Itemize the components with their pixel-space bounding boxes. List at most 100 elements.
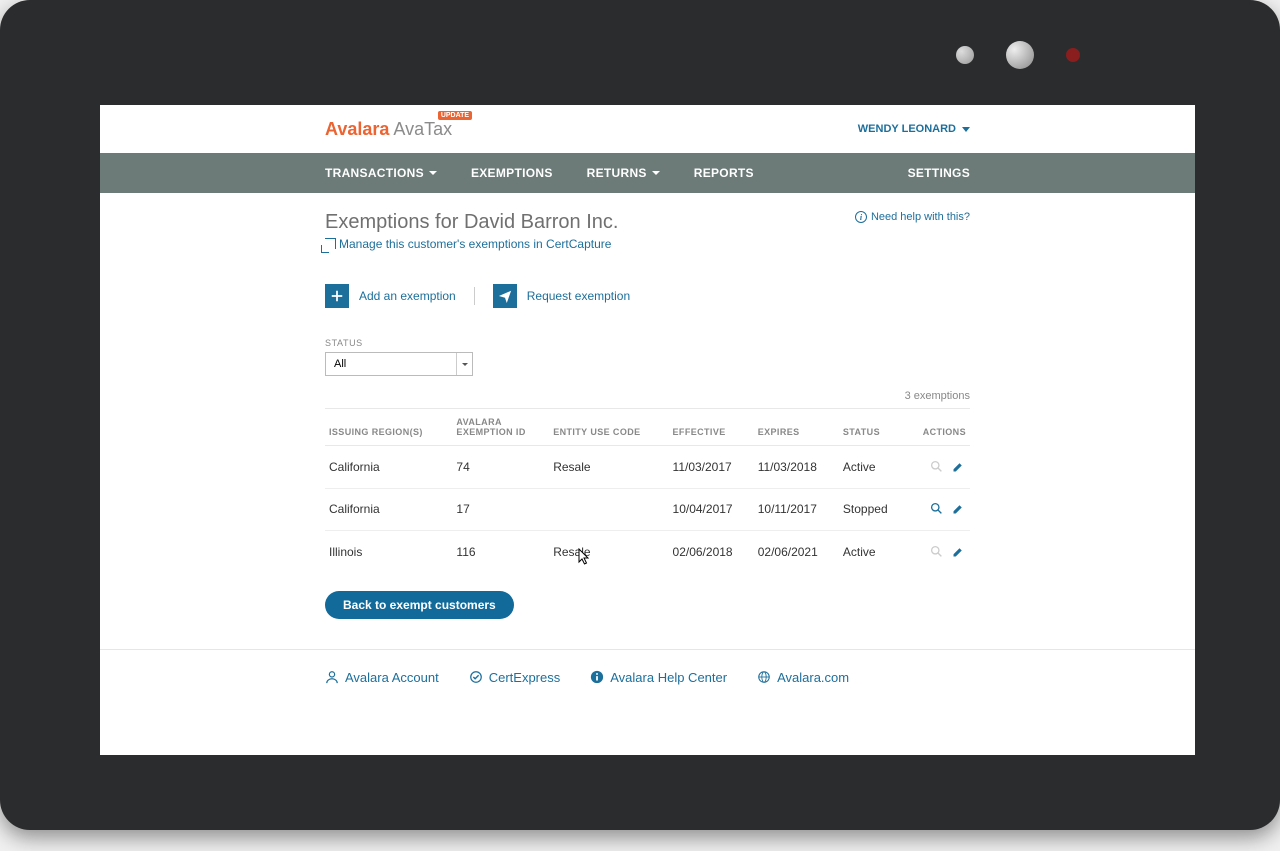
footer-label: CertExpress (489, 670, 561, 685)
check-badge-icon (469, 670, 483, 684)
external-link-icon (325, 238, 336, 249)
cell-entity (549, 488, 668, 531)
col-status[interactable]: STATUS (839, 409, 905, 446)
footer-label: Avalara Help Center (610, 670, 727, 685)
chevron-down-icon (462, 363, 468, 366)
cell-effective: 02/06/2018 (669, 531, 754, 573)
nav-reports[interactable]: REPORTS (694, 166, 754, 180)
help-text: Need help with this? (871, 211, 970, 223)
cell-expires: 11/03/2018 (754, 446, 839, 489)
table-row: California74Resale11/03/201711/03/2018Ac… (325, 446, 970, 489)
topbar: Avalara AvaTax UPDATE WENDY LEONARD (100, 105, 1195, 153)
logo[interactable]: Avalara AvaTax UPDATE (325, 119, 452, 140)
footer-site[interactable]: Avalara.com (757, 670, 849, 685)
nav-settings[interactable]: SETTINGS (908, 166, 970, 180)
cell-status: Active (839, 446, 905, 489)
help-link[interactable]: i Need help with this? (855, 211, 970, 223)
cell-effective: 11/03/2017 (669, 446, 754, 489)
navbar: TRANSACTIONS EXEMPTIONS RETURNS REPORTS … (100, 153, 1195, 193)
plus-icon (325, 284, 349, 308)
cell-expires: 10/11/2017 (754, 488, 839, 531)
nav-transactions[interactable]: TRANSACTIONS (325, 166, 437, 180)
edit-icon[interactable] (950, 544, 966, 560)
cell-id: 116 (452, 531, 549, 573)
cell-region: Illinois (325, 531, 452, 573)
logo-badge: UPDATE (438, 111, 472, 120)
manage-link-text: Manage this customer's exemptions in Cer… (339, 237, 611, 251)
action-bar: Add an exemption Request exemption (325, 284, 970, 308)
tablet-frame: Avalara AvaTax UPDATE WENDY LEONARD TRAN… (0, 0, 1280, 830)
select-value: All (334, 358, 346, 370)
divider (474, 287, 475, 305)
user-menu[interactable]: WENDY LEONARD (858, 123, 970, 135)
table-row: California17 10/04/201710/11/2017Stopped (325, 488, 970, 531)
search-icon[interactable] (928, 501, 944, 517)
cell-entity: Resale (549, 446, 668, 489)
filter-row: STATUS All (325, 338, 970, 376)
content: i Need help with this? Exemptions for Da… (100, 193, 1195, 649)
cell-actions (905, 488, 970, 531)
cell-id: 17 (452, 488, 549, 531)
info-icon (590, 670, 604, 684)
nav-label: SETTINGS (908, 166, 970, 180)
chevron-down-icon (962, 127, 970, 132)
cell-actions (905, 446, 970, 489)
chevron-down-icon (429, 171, 437, 175)
col-expires[interactable]: EXPIRES (754, 409, 839, 446)
logo-brand: Avalara (325, 119, 389, 140)
back-button[interactable]: Back to exempt customers (325, 591, 514, 619)
camera-lens (1006, 41, 1034, 69)
logo-product: AvaTax (393, 119, 452, 140)
chevron-down-icon (652, 171, 660, 175)
camera-bar (0, 40, 1280, 70)
person-icon (325, 670, 339, 684)
search-icon[interactable] (928, 543, 944, 559)
exemptions-table: ISSUING REGION(S) AVALARAEXEMPTION ID EN… (325, 408, 970, 573)
col-region[interactable]: ISSUING REGION(S) (325, 409, 452, 446)
count-label: 3 exemptions (325, 390, 970, 402)
col-exemption-id[interactable]: AVALARAEXEMPTION ID (452, 409, 549, 446)
footer-label: Avalara.com (777, 670, 849, 685)
cell-status: Stopped (839, 488, 905, 531)
cell-id: 74 (452, 446, 549, 489)
cell-entity: Resale (549, 531, 668, 573)
nav-label: RETURNS (587, 166, 647, 180)
nav-label: EXEMPTIONS (471, 166, 553, 180)
cell-region: California (325, 446, 452, 489)
cell-actions (905, 531, 970, 573)
request-exemption-button[interactable]: Request exemption (493, 284, 630, 308)
footer-certexpress[interactable]: CertExpress (469, 670, 561, 685)
footer-account[interactable]: Avalara Account (325, 670, 439, 685)
user-name: WENDY LEONARD (858, 123, 956, 135)
footer-label: Avalara Account (345, 670, 439, 685)
screen: Avalara AvaTax UPDATE WENDY LEONARD TRAN… (100, 105, 1195, 755)
cell-effective: 10/04/2017 (669, 488, 754, 531)
cell-status: Active (839, 531, 905, 573)
request-label: Request exemption (527, 289, 630, 303)
nav-exemptions[interactable]: EXEMPTIONS (471, 166, 553, 180)
send-icon (493, 284, 517, 308)
col-effective[interactable]: EFFECTIVE (669, 409, 754, 446)
globe-icon (757, 670, 771, 684)
cell-expires: 02/06/2021 (754, 531, 839, 573)
edit-icon[interactable] (950, 501, 966, 517)
camera-led (1066, 48, 1080, 62)
info-icon: i (855, 211, 867, 223)
add-label: Add an exemption (359, 289, 456, 303)
add-exemption-button[interactable]: Add an exemption (325, 284, 456, 308)
footer: Avalara Account CertExpress Avalara Help… (100, 649, 1195, 705)
filter-label: STATUS (325, 338, 970, 348)
search-icon[interactable] (928, 458, 944, 474)
cell-region: California (325, 488, 452, 531)
camera-dot (956, 46, 974, 64)
nav-label: REPORTS (694, 166, 754, 180)
manage-link[interactable]: Manage this customer's exemptions in Cer… (325, 237, 611, 251)
edit-icon[interactable] (950, 459, 966, 475)
col-entity[interactable]: ENTITY USE CODE (549, 409, 668, 446)
nav-label: TRANSACTIONS (325, 166, 424, 180)
footer-help[interactable]: Avalara Help Center (590, 670, 727, 685)
nav-returns[interactable]: RETURNS (587, 166, 660, 180)
table-row: Illinois116Resale02/06/201802/06/2021Act… (325, 531, 970, 573)
status-select[interactable]: All (325, 352, 473, 376)
col-actions: ACTIONS (905, 409, 970, 446)
